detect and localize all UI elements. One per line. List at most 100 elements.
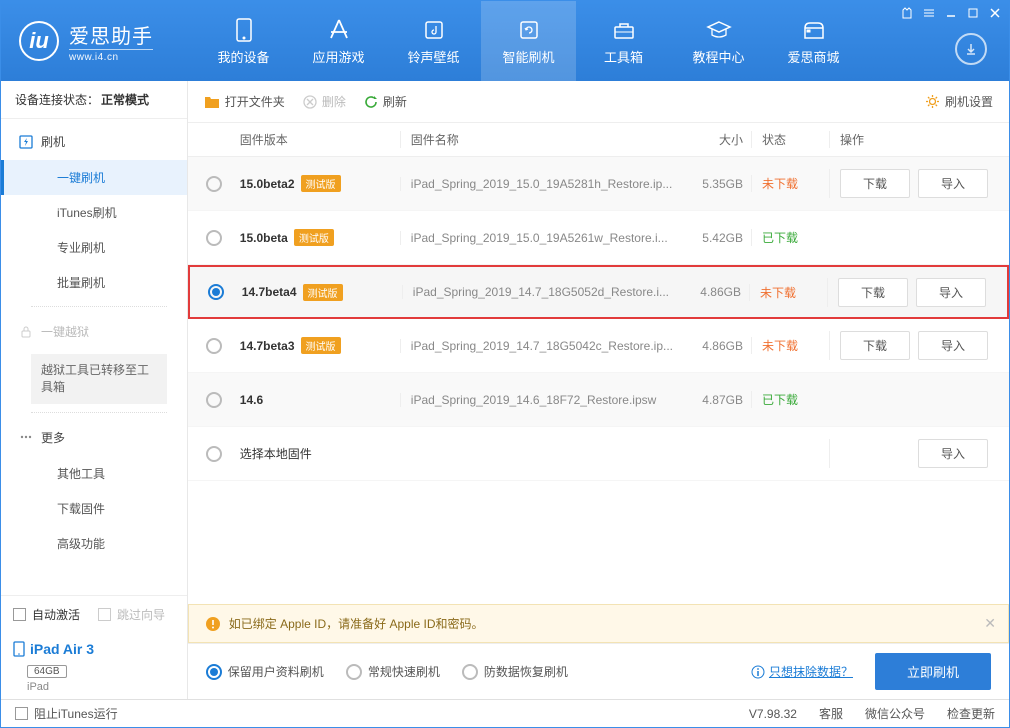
import-button[interactable]: 导入: [916, 278, 986, 307]
nav-store[interactable]: 爱思商城: [766, 1, 861, 81]
delete-button: 删除: [303, 93, 346, 110]
music-icon: [421, 17, 447, 43]
firmware-status: 已下载: [751, 229, 829, 246]
footer-wechat[interactable]: 微信公众号: [865, 705, 925, 722]
nav-tutorials[interactable]: 教程中心: [671, 1, 766, 81]
block-itunes-checkbox[interactable]: 阻止iTunes运行: [15, 705, 118, 722]
beta-tag: 测试版: [303, 284, 343, 301]
local-firmware-row[interactable]: 选择本地固件 导入: [188, 427, 1009, 481]
firmware-size: 5.42GB: [673, 231, 751, 245]
download-indicator[interactable]: [955, 33, 987, 65]
download-button[interactable]: 下载: [838, 278, 908, 307]
row-radio[interactable]: [206, 392, 222, 408]
erase-only-link[interactable]: 只想抹除数据？: [751, 663, 853, 680]
phone-icon: [231, 17, 257, 43]
menu-icon[interactable]: [921, 5, 937, 21]
jailbreak-note[interactable]: 越狱工具已转移至工具箱: [31, 354, 167, 404]
firmware-status: 未下载: [749, 284, 827, 301]
window-controls: [899, 5, 1003, 21]
sidebar-group-more[interactable]: 更多: [1, 419, 187, 456]
sidebar-item-advanced[interactable]: 高级功能: [1, 526, 187, 561]
select-local-label: 选择本地固件: [240, 445, 400, 462]
maximize-icon[interactable]: [965, 5, 981, 21]
nav-ringtones[interactable]: 铃声壁纸: [386, 1, 481, 81]
firmware-rows: 15.0beta2测试版 iPad_Spring_2019_15.0_19A52…: [188, 157, 1009, 481]
sidebar-item-pro[interactable]: 专业刷机: [1, 230, 187, 265]
tablet-icon: [13, 641, 25, 657]
firmware-row[interactable]: 14.7beta4 测试版 iPad_Spring_2019_14.7_18G50…: [188, 265, 1009, 319]
import-button[interactable]: 导入: [918, 331, 988, 360]
version-text: 15.0beta: [240, 231, 288, 245]
nav-toolbox[interactable]: 工具箱: [576, 1, 671, 81]
refresh-icon: [516, 17, 542, 43]
mode-normal[interactable]: 常规快速刷机: [346, 663, 440, 680]
flash-icon: [19, 135, 33, 149]
firmware-name: iPad_Spring_2019_14.6_18F72_Restore.ipsw: [400, 393, 673, 407]
firmware-row[interactable]: 15.0beta测试版 iPad_Spring_2019_15.0_19A526…: [188, 211, 1009, 265]
import-button[interactable]: 导入: [918, 439, 988, 468]
row-actions: 下载导入: [827, 278, 989, 307]
footer-support[interactable]: 客服: [819, 705, 843, 722]
toolbox-icon: [611, 17, 637, 43]
sidebar: 设备连接状态：正常模式 刷机 一键刷机 iTunes刷机 专业刷机 批量刷机 一…: [1, 81, 188, 699]
mode-antirecovery[interactable]: 防数据恢复刷机: [462, 663, 568, 680]
skip-guide-checkbox: 跳过向导: [98, 606, 165, 623]
minimize-icon[interactable]: [943, 5, 959, 21]
col-ops: 操作: [829, 131, 991, 148]
firmware-status: 未下载: [751, 175, 829, 192]
firmware-row[interactable]: 14.7beta3测试版 iPad_Spring_2019_14.7_18G50…: [188, 319, 1009, 373]
row-radio[interactable]: [206, 230, 222, 246]
sidebar-item-batch[interactable]: 批量刷机: [1, 265, 187, 300]
nav-flash[interactable]: 智能刷机: [481, 1, 576, 81]
sidebar-group-flash[interactable]: 刷机: [1, 123, 187, 160]
import-button[interactable]: 导入: [918, 169, 988, 198]
nav-apps[interactable]: 应用游戏: [291, 1, 386, 81]
appstore-icon: [326, 17, 352, 43]
row-radio[interactable]: [206, 446, 222, 462]
skin-icon[interactable]: [899, 5, 915, 21]
version-text: 14.6: [240, 393, 263, 407]
version-text: 14.7beta4: [242, 285, 297, 299]
device-type: iPad: [27, 681, 175, 693]
refresh-button[interactable]: 刷新: [364, 93, 407, 110]
refresh-icon: [364, 95, 378, 109]
firmware-status: 未下载: [751, 337, 829, 354]
row-actions: 下载导入: [829, 169, 991, 198]
footer-checkupdate[interactable]: 检查更新: [947, 705, 995, 722]
download-button[interactable]: 下载: [840, 331, 910, 360]
firmware-name: iPad_Spring_2019_15.0_19A5261w_Restore.i…: [400, 231, 673, 245]
col-status: 状态: [751, 131, 829, 148]
open-folder-button[interactable]: 打开文件夹: [204, 93, 285, 110]
firmware-size: 4.87GB: [673, 393, 751, 407]
firmware-name: iPad_Spring_2019_14.7_18G5052d_Restore.i…: [402, 285, 671, 299]
row-radio[interactable]: [208, 284, 224, 300]
row-radio[interactable]: [206, 176, 222, 192]
row-actions: 下载导入: [829, 331, 991, 360]
nav-my-device[interactable]: 我的设备: [196, 1, 291, 81]
download-button[interactable]: 下载: [840, 169, 910, 198]
firmware-row[interactable]: 14.6 iPad_Spring_2019_14.6_18F72_Restore…: [188, 373, 1009, 427]
alert-close-button[interactable]: ✕: [984, 615, 996, 632]
main-panel: 打开文件夹 删除 刷新 刷机设置 固件版本 固件名称 大小 状态 操作 15.0…: [188, 81, 1009, 699]
firmware-row[interactable]: 15.0beta2测试版 iPad_Spring_2019_15.0_19A52…: [188, 157, 1009, 211]
sidebar-group-jailbreak: 一键越狱: [1, 313, 187, 350]
auto-activate-checkbox[interactable]: 自动激活: [13, 606, 80, 623]
col-size: 大小: [673, 131, 751, 148]
beta-tag: 测试版: [301, 337, 341, 354]
sidebar-item-itunes[interactable]: iTunes刷机: [1, 195, 187, 230]
more-icon: [19, 430, 33, 444]
logo-icon: iu: [19, 21, 59, 61]
flash-settings-button[interactable]: 刷机设置: [925, 93, 993, 110]
sidebar-item-downloadfw[interactable]: 下载固件: [1, 491, 187, 526]
firmware-size: 4.86GB: [673, 339, 751, 353]
flash-now-button[interactable]: 立即刷机: [875, 653, 991, 690]
sidebar-item-oneclick[interactable]: 一键刷机: [1, 160, 187, 195]
sidebar-item-othertools[interactable]: 其他工具: [1, 456, 187, 491]
close-icon[interactable]: [987, 5, 1003, 21]
delete-icon: [303, 95, 317, 109]
mode-keep-data[interactable]: 保留用户资料刷机: [206, 663, 324, 680]
col-name: 固件名称: [400, 131, 673, 148]
table-header: 固件版本 固件名称 大小 状态 操作: [188, 123, 1009, 157]
device-name[interactable]: iPad Air 3: [13, 641, 175, 657]
row-radio[interactable]: [206, 338, 222, 354]
